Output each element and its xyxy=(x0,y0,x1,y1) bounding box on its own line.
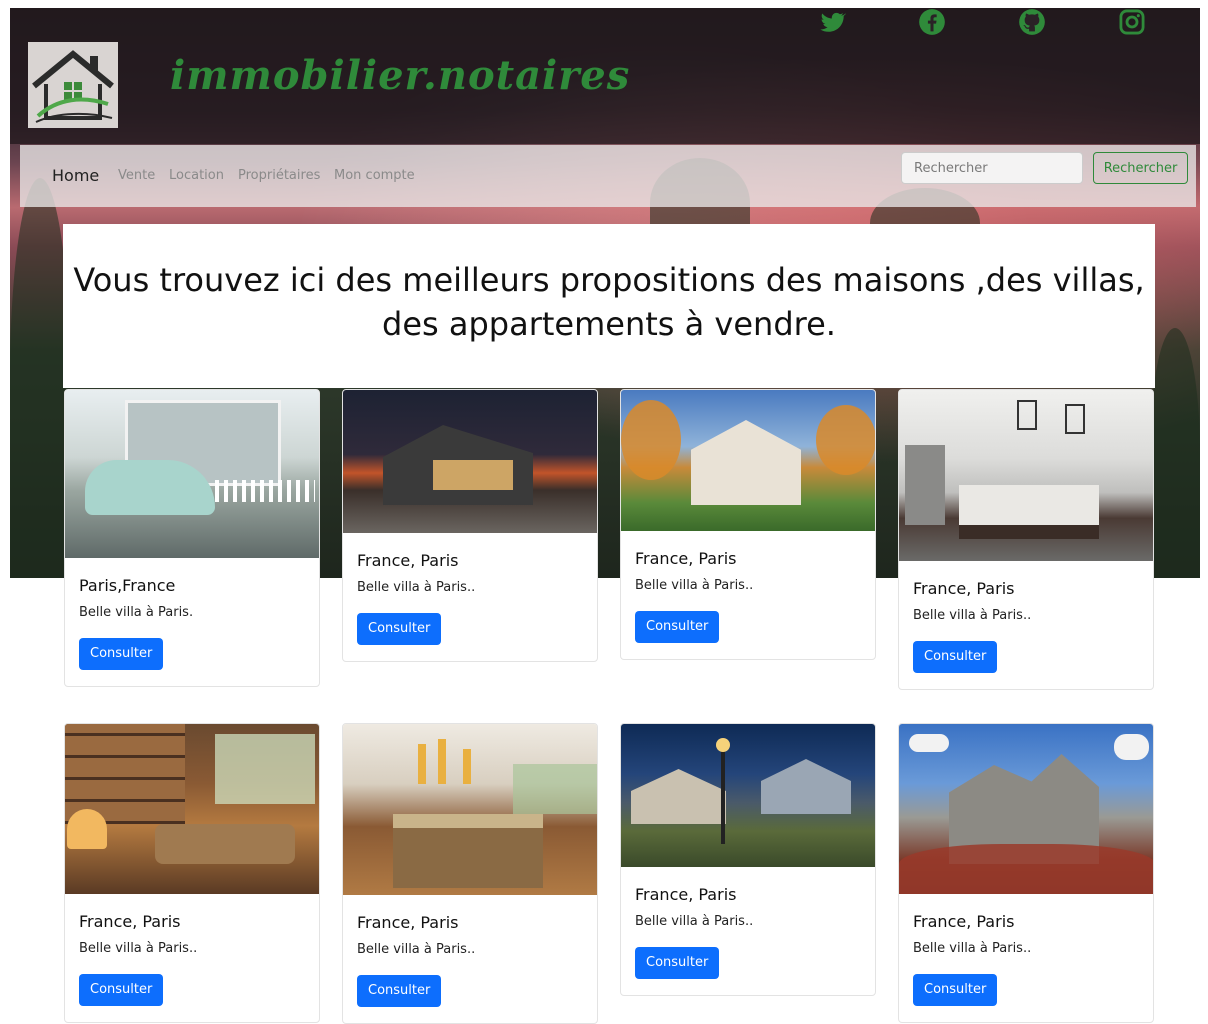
palm-silhouette xyxy=(10,178,70,578)
property-card: France, Paris Belle villa à Paris.. Cons… xyxy=(898,389,1154,690)
card-text: Belle villa à Paris.. xyxy=(357,942,476,957)
card-text: Belle villa à Paris.. xyxy=(79,941,198,956)
nav-proprietaires[interactable]: Propriétaires xyxy=(238,168,320,183)
nav-location[interactable]: Location xyxy=(169,168,224,183)
property-photo xyxy=(899,390,1153,561)
card-text: Belle villa à Paris.. xyxy=(635,578,754,593)
twitter-icon[interactable] xyxy=(818,8,848,36)
nav-vente[interactable]: Vente xyxy=(118,168,155,183)
page-headline: Vous trouvez ici des meilleurs propositi… xyxy=(73,261,1145,343)
consulter-button[interactable]: Consulter xyxy=(357,975,442,1007)
card-title: France, Paris xyxy=(79,912,181,931)
property-photo xyxy=(343,724,597,895)
instagram-icon[interactable] xyxy=(1118,8,1148,36)
search-button[interactable]: Rechercher xyxy=(1093,152,1188,184)
property-card: France, Paris Belle villa à Paris.. Cons… xyxy=(898,723,1154,1023)
property-photo xyxy=(621,390,875,531)
consulter-button[interactable]: Consulter xyxy=(635,947,720,979)
consulter-button[interactable]: Consulter xyxy=(357,613,442,645)
property-card: France, Paris Belle villa à Paris.. Cons… xyxy=(342,723,598,1024)
card-text: Belle villa à Paris. xyxy=(79,605,194,620)
property-photo xyxy=(65,390,319,558)
property-card: France, Paris Belle villa à Paris.. Cons… xyxy=(64,723,320,1023)
nav-home[interactable]: Home xyxy=(52,166,99,185)
card-text: Belle villa à Paris.. xyxy=(913,608,1032,623)
card-title: France, Paris xyxy=(635,885,737,904)
property-card: France, Paris Belle villa à Paris.. Cons… xyxy=(620,389,876,660)
card-title: France, Paris xyxy=(913,579,1015,598)
nav-mon-compte[interactable]: Mon compte xyxy=(334,168,415,183)
consulter-button[interactable]: Consulter xyxy=(79,638,164,670)
card-title: France, Paris xyxy=(357,913,459,932)
card-title: France, Paris xyxy=(635,549,737,568)
property-card: Paris,France Belle villa à Paris. Consul… xyxy=(64,389,320,687)
logo[interactable] xyxy=(28,42,118,128)
search-input[interactable] xyxy=(901,152,1083,184)
consulter-button[interactable]: Consulter xyxy=(913,641,998,673)
consulter-button[interactable]: Consulter xyxy=(79,974,164,1006)
palm-silhouette xyxy=(1150,328,1200,578)
card-title: France, Paris xyxy=(357,551,459,570)
consulter-button[interactable]: Consulter xyxy=(913,974,998,1006)
card-title: France, Paris xyxy=(913,912,1015,931)
brand-name[interactable]: immobilier.notaires xyxy=(170,52,630,99)
github-icon[interactable] xyxy=(1018,8,1048,36)
card-title: Paris,France xyxy=(79,576,176,595)
card-text: Belle villa à Paris.. xyxy=(357,580,476,595)
consulter-button[interactable]: Consulter xyxy=(635,611,720,643)
house-logo-icon xyxy=(32,50,114,123)
card-text: Belle villa à Paris.. xyxy=(913,941,1032,956)
property-card: France, Paris Belle villa à Paris.. Cons… xyxy=(342,389,598,662)
property-card: France, Paris Belle villa à Paris.. Cons… xyxy=(620,723,876,996)
property-photo xyxy=(343,390,597,533)
property-photo xyxy=(621,724,875,867)
facebook-icon[interactable] xyxy=(918,8,948,36)
property-photo xyxy=(65,724,319,894)
property-photo xyxy=(899,724,1153,894)
card-text: Belle villa à Paris.. xyxy=(635,914,754,929)
